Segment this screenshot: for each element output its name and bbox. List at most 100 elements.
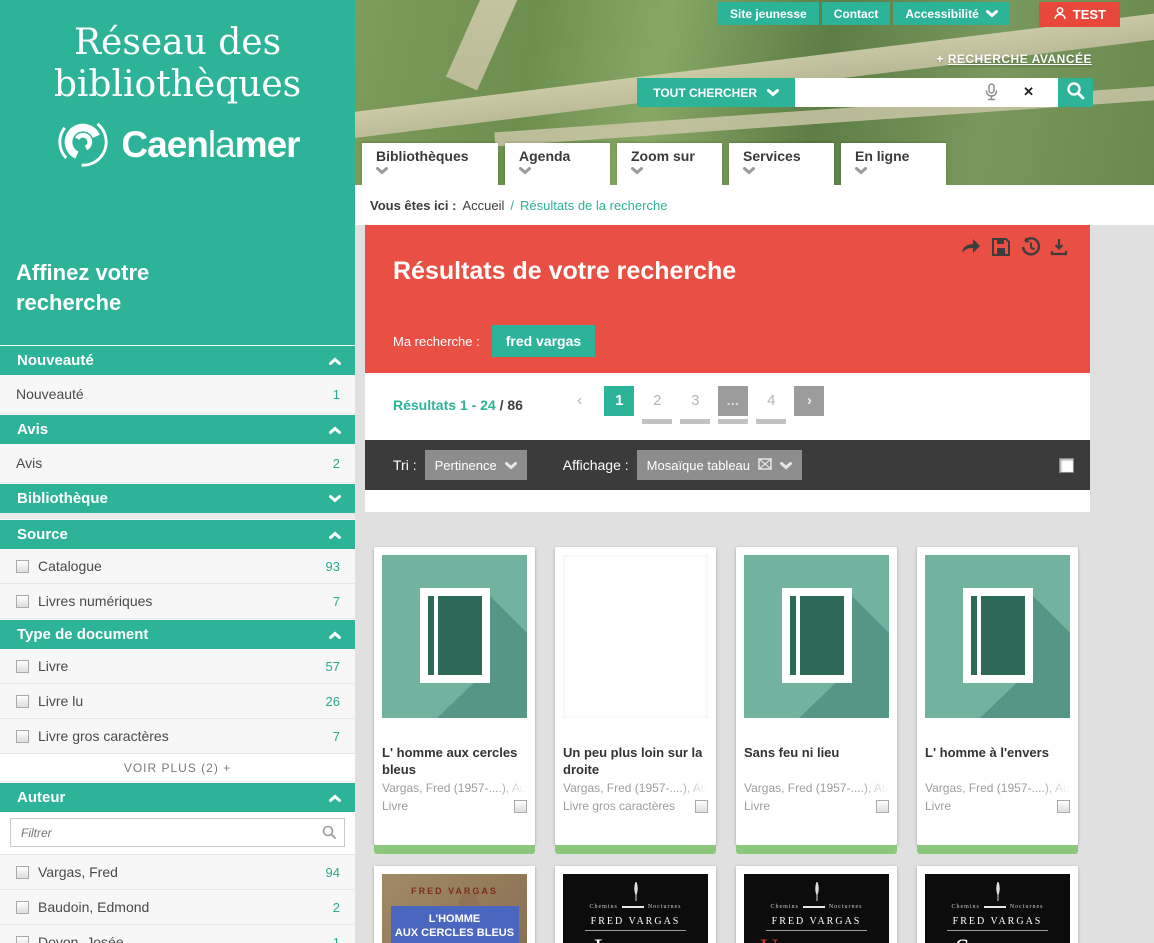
result-card[interactable]: L' homme à l'envers Vargas, Fred (1957-.… — [917, 547, 1078, 845]
facet-item-doyon-josee[interactable]: Doyon, Josée 1 — [0, 925, 355, 943]
result-card[interactable]: FRED VARGAS L'HOMME AUX CERCLES BLEUS — [374, 866, 535, 943]
facet-count: 94 — [326, 865, 340, 880]
facet-item-nouveaute[interactable]: Nouveauté 1 — [0, 375, 355, 414]
author-filter-row — [0, 812, 355, 855]
facet-header-nouveaute[interactable]: Nouveauté — [0, 346, 355, 375]
next-page-button[interactable]: › — [794, 386, 824, 416]
facet-header-bibliotheque[interactable]: Bibliothèque — [0, 484, 355, 513]
clear-search-icon[interactable]: ✕ — [1023, 84, 1034, 100]
prev-page-icon[interactable]: ‹ — [577, 392, 582, 410]
share-icon[interactable] — [960, 237, 982, 257]
facet-header-source[interactable]: Source — [0, 520, 355, 549]
checkbox[interactable] — [16, 936, 29, 943]
history-icon[interactable] — [1020, 237, 1041, 257]
select-all-checkbox[interactable] — [1059, 458, 1074, 473]
breadcrumb-home-link[interactable]: Accueil — [462, 198, 504, 213]
checkbox[interactable] — [16, 595, 29, 608]
checkbox[interactable] — [16, 660, 29, 673]
chevron-down-icon — [855, 167, 867, 175]
facet-item-livre-lu[interactable]: Livre lu 26 — [0, 684, 355, 719]
topbar-link-accessibilite[interactable]: Accessibilité — [893, 2, 1009, 25]
facet-header-auteur[interactable]: Auteur — [0, 783, 355, 812]
main-area: Site jeunesse Contact Accessibilité TEST… — [355, 0, 1154, 943]
select-result-checkbox[interactable] — [695, 800, 708, 813]
voir-plus-button[interactable]: VOIR PLUS (2) + — [0, 754, 355, 782]
download-icon[interactable] — [1050, 237, 1068, 257]
result-title: Un peu plus loin sur la droite — [563, 744, 708, 778]
site-logo[interactable]: Réseau des bibliothèques Caenlamer — [0, 0, 355, 175]
facet-header-type-document[interactable]: Type de document — [0, 620, 355, 649]
result-card[interactable]: CheminsNocturnes FRED VARGAS SANS FEUNI … — [917, 866, 1078, 943]
select-result-checkbox[interactable] — [876, 800, 889, 813]
book-placeholder-image — [744, 555, 889, 718]
search-scope-dropdown[interactable]: TOUT CHERCHER — [637, 78, 795, 107]
results-count: Résultats 1 - 24 / 86 — [393, 397, 523, 413]
topbar-link-site-jeunesse[interactable]: Site jeunesse — [718, 2, 819, 25]
facet-item-livre-gros-caracteres[interactable]: Livre gros caractères 7 — [0, 719, 355, 754]
result-card[interactable]: CheminsNocturnes FRED VARGAS L'HOMMEA L'… — [555, 866, 716, 943]
page-2[interactable]: 2 — [642, 386, 672, 424]
breadcrumb: Vous êtes ici : Accueil / Résultats de l… — [355, 185, 1154, 225]
facet-header-avis[interactable]: Avis — [0, 415, 355, 444]
card-accent-strip — [917, 845, 1078, 854]
microphone-icon[interactable] — [983, 83, 1000, 107]
page-1[interactable]: 1 — [604, 386, 634, 416]
pagination-row: Résultats 1 - 24 / 86 ‹ 1 2 3 ... 4 › — [365, 373, 1090, 440]
tab-agenda[interactable]: Agenda — [505, 143, 610, 185]
save-icon[interactable] — [991, 237, 1011, 257]
results-grid: L' homme aux cercles bleus Vargas, Fred … — [365, 512, 1090, 845]
checkbox[interactable] — [16, 560, 29, 573]
select-result-checkbox[interactable] — [1057, 800, 1070, 813]
result-type: Livre — [744, 799, 770, 813]
result-author: Vargas, Fred (1957-....), Au — [382, 781, 527, 795]
checkbox[interactable] — [16, 866, 29, 879]
sidebar-hero: Réseau des bibliothèques Caenlamer — [0, 0, 355, 345]
refine-search-title: Affinez votre recherche — [16, 258, 149, 318]
page-ellipsis[interactable]: ... — [718, 386, 748, 424]
search-input[interactable] — [795, 78, 975, 107]
topbar-link-contact[interactable]: Contact — [822, 2, 891, 25]
searchbar: TOUT CHERCHER ✕ — [637, 78, 1093, 107]
card-accent-strip — [374, 845, 535, 854]
checkbox[interactable] — [16, 730, 29, 743]
result-card[interactable]: CheminsNocturnes FRED VARGAS UN PEU PLUS… — [736, 866, 897, 943]
chevron-down-icon — [986, 7, 998, 21]
chevron-down-icon — [780, 458, 792, 473]
tab-services[interactable]: Services — [729, 143, 834, 185]
search-query-chip[interactable]: fred vargas — [492, 325, 595, 357]
page-3[interactable]: 3 — [680, 386, 710, 424]
search-submit-button[interactable] — [1058, 78, 1093, 107]
card-accent-strip — [736, 845, 897, 854]
result-card[interactable]: Un peu plus loin sur la droite Vargas, F… — [555, 547, 716, 845]
book-placeholder-image — [925, 555, 1070, 718]
facet-item-catalogue[interactable]: Catalogue 93 — [0, 549, 355, 584]
facet-item-livres-numeriques[interactable]: Livres numériques 7 — [0, 584, 355, 619]
result-type: Livre — [925, 799, 951, 813]
facet-item-avis[interactable]: Avis 2 — [0, 444, 355, 483]
chevron-down-icon — [505, 458, 517, 473]
author-filter-input[interactable] — [10, 818, 345, 847]
advanced-search-link[interactable]: + RECHERCHE AVANCÉE — [936, 52, 1092, 66]
display-dropdown[interactable]: Mosaïque tableau — [637, 450, 802, 480]
facet-item-vargas-fred[interactable]: Vargas, Fred 94 — [0, 855, 355, 890]
tab-bibliotheques[interactable]: Bibliothèques — [362, 143, 498, 185]
chevron-up-icon — [329, 426, 341, 434]
mosaic-icon — [758, 458, 772, 473]
sort-dropdown[interactable]: Pertinence — [425, 450, 527, 480]
facet-count: 2 — [333, 900, 340, 915]
chevron-down-icon — [743, 167, 755, 175]
account-test-button[interactable]: TEST — [1039, 2, 1120, 27]
result-card[interactable]: L' homme aux cercles bleus Vargas, Fred … — [374, 547, 535, 845]
checkbox[interactable] — [16, 695, 29, 708]
page-4[interactable]: 4 — [756, 386, 786, 424]
checkbox[interactable] — [16, 901, 29, 914]
result-author: Vargas, Fred (1957-....), Au — [925, 781, 1070, 795]
result-card[interactable]: Sans feu ni lieu Vargas, Fred (1957-....… — [736, 547, 897, 845]
facet-item-baudoin-edmond[interactable]: Baudoin, Edmond 2 — [0, 890, 355, 925]
tab-zoom-sur[interactable]: Zoom sur — [617, 143, 722, 185]
select-result-checkbox[interactable] — [514, 800, 527, 813]
tab-en-ligne[interactable]: En ligne — [841, 143, 946, 185]
toolbar-underlay — [365, 490, 1090, 512]
facet-item-livre[interactable]: Livre 57 — [0, 649, 355, 684]
facet-count: 1 — [333, 387, 340, 402]
